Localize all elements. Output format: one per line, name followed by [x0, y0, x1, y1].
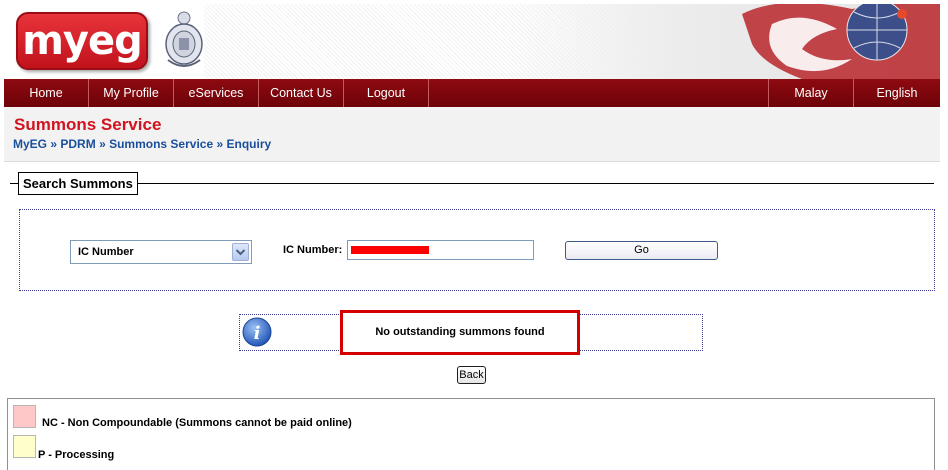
- site-header: myeg: [4, 4, 940, 79]
- nav-logout[interactable]: Logout: [344, 79, 429, 107]
- page-title: Summons Service: [14, 115, 162, 134]
- breadcrumb-summons-service[interactable]: Summons Service: [109, 137, 213, 151]
- redaction-mark: [351, 246, 429, 254]
- nav-eservices[interactable]: eServices: [174, 79, 259, 107]
- nav-contact-us[interactable]: Contact Us: [259, 79, 344, 107]
- back-button[interactable]: Back: [457, 366, 486, 384]
- search-type-value: IC Number: [78, 246, 134, 258]
- fieldset-border: [10, 183, 934, 184]
- breadcrumb: MyEG » PDRM » Summons Service » Enquiry: [13, 137, 271, 151]
- go-button[interactable]: Go: [565, 241, 718, 260]
- search-summons-legend: Search Summons: [18, 172, 138, 195]
- breadcrumb-pdrm[interactable]: PDRM: [60, 137, 95, 151]
- search-panel: IC Number IC Number: Go: [19, 209, 935, 291]
- processing-color-swatch: [13, 435, 36, 458]
- breadcrumb-separator: »: [216, 137, 227, 151]
- nc-legend-text: NC - Non Compoundable (Summons cannot be…: [42, 417, 352, 429]
- ic-number-label: IC Number:: [283, 244, 343, 256]
- logo-text: myeg: [22, 18, 143, 64]
- result-panel: i No outstanding summons found: [239, 310, 703, 355]
- ic-number-input[interactable]: [347, 240, 534, 260]
- search-type-select[interactable]: IC Number: [70, 240, 252, 264]
- police-crest-icon: [165, 11, 203, 67]
- nav-my-profile[interactable]: My Profile: [89, 79, 174, 107]
- info-icon: i: [242, 317, 272, 347]
- chevron-down-icon: [235, 249, 246, 256]
- svg-text:i: i: [254, 323, 261, 344]
- message-highlight-box: No outstanding summons found: [340, 310, 580, 355]
- processing-legend-text: P - Processing: [38, 449, 115, 461]
- lang-malay[interactable]: Malay: [768, 79, 853, 107]
- breadcrumb-separator: »: [99, 137, 110, 151]
- breadcrumb-myeg[interactable]: MyEG: [13, 137, 47, 151]
- breadcrumb-enquiry[interactable]: Enquiry: [226, 137, 271, 151]
- header-globe-graphic: [742, 4, 940, 79]
- myeg-logo[interactable]: myeg: [16, 12, 148, 70]
- dropdown-arrow-button[interactable]: [232, 243, 249, 261]
- title-area: Summons Service MyEG » PDRM » Summons Se…: [4, 107, 940, 162]
- nav-home[interactable]: Home: [4, 79, 89, 107]
- no-summons-message: No outstanding summons found: [375, 326, 545, 338]
- breadcrumb-separator: »: [50, 137, 61, 151]
- main-nav: Home My Profile eServices Contact Us Log…: [4, 79, 940, 107]
- nc-color-swatch: [13, 405, 36, 428]
- status-legend-panel: NC - Non Compoundable (Summons cannot be…: [7, 398, 935, 470]
- lang-english[interactable]: English: [853, 79, 940, 107]
